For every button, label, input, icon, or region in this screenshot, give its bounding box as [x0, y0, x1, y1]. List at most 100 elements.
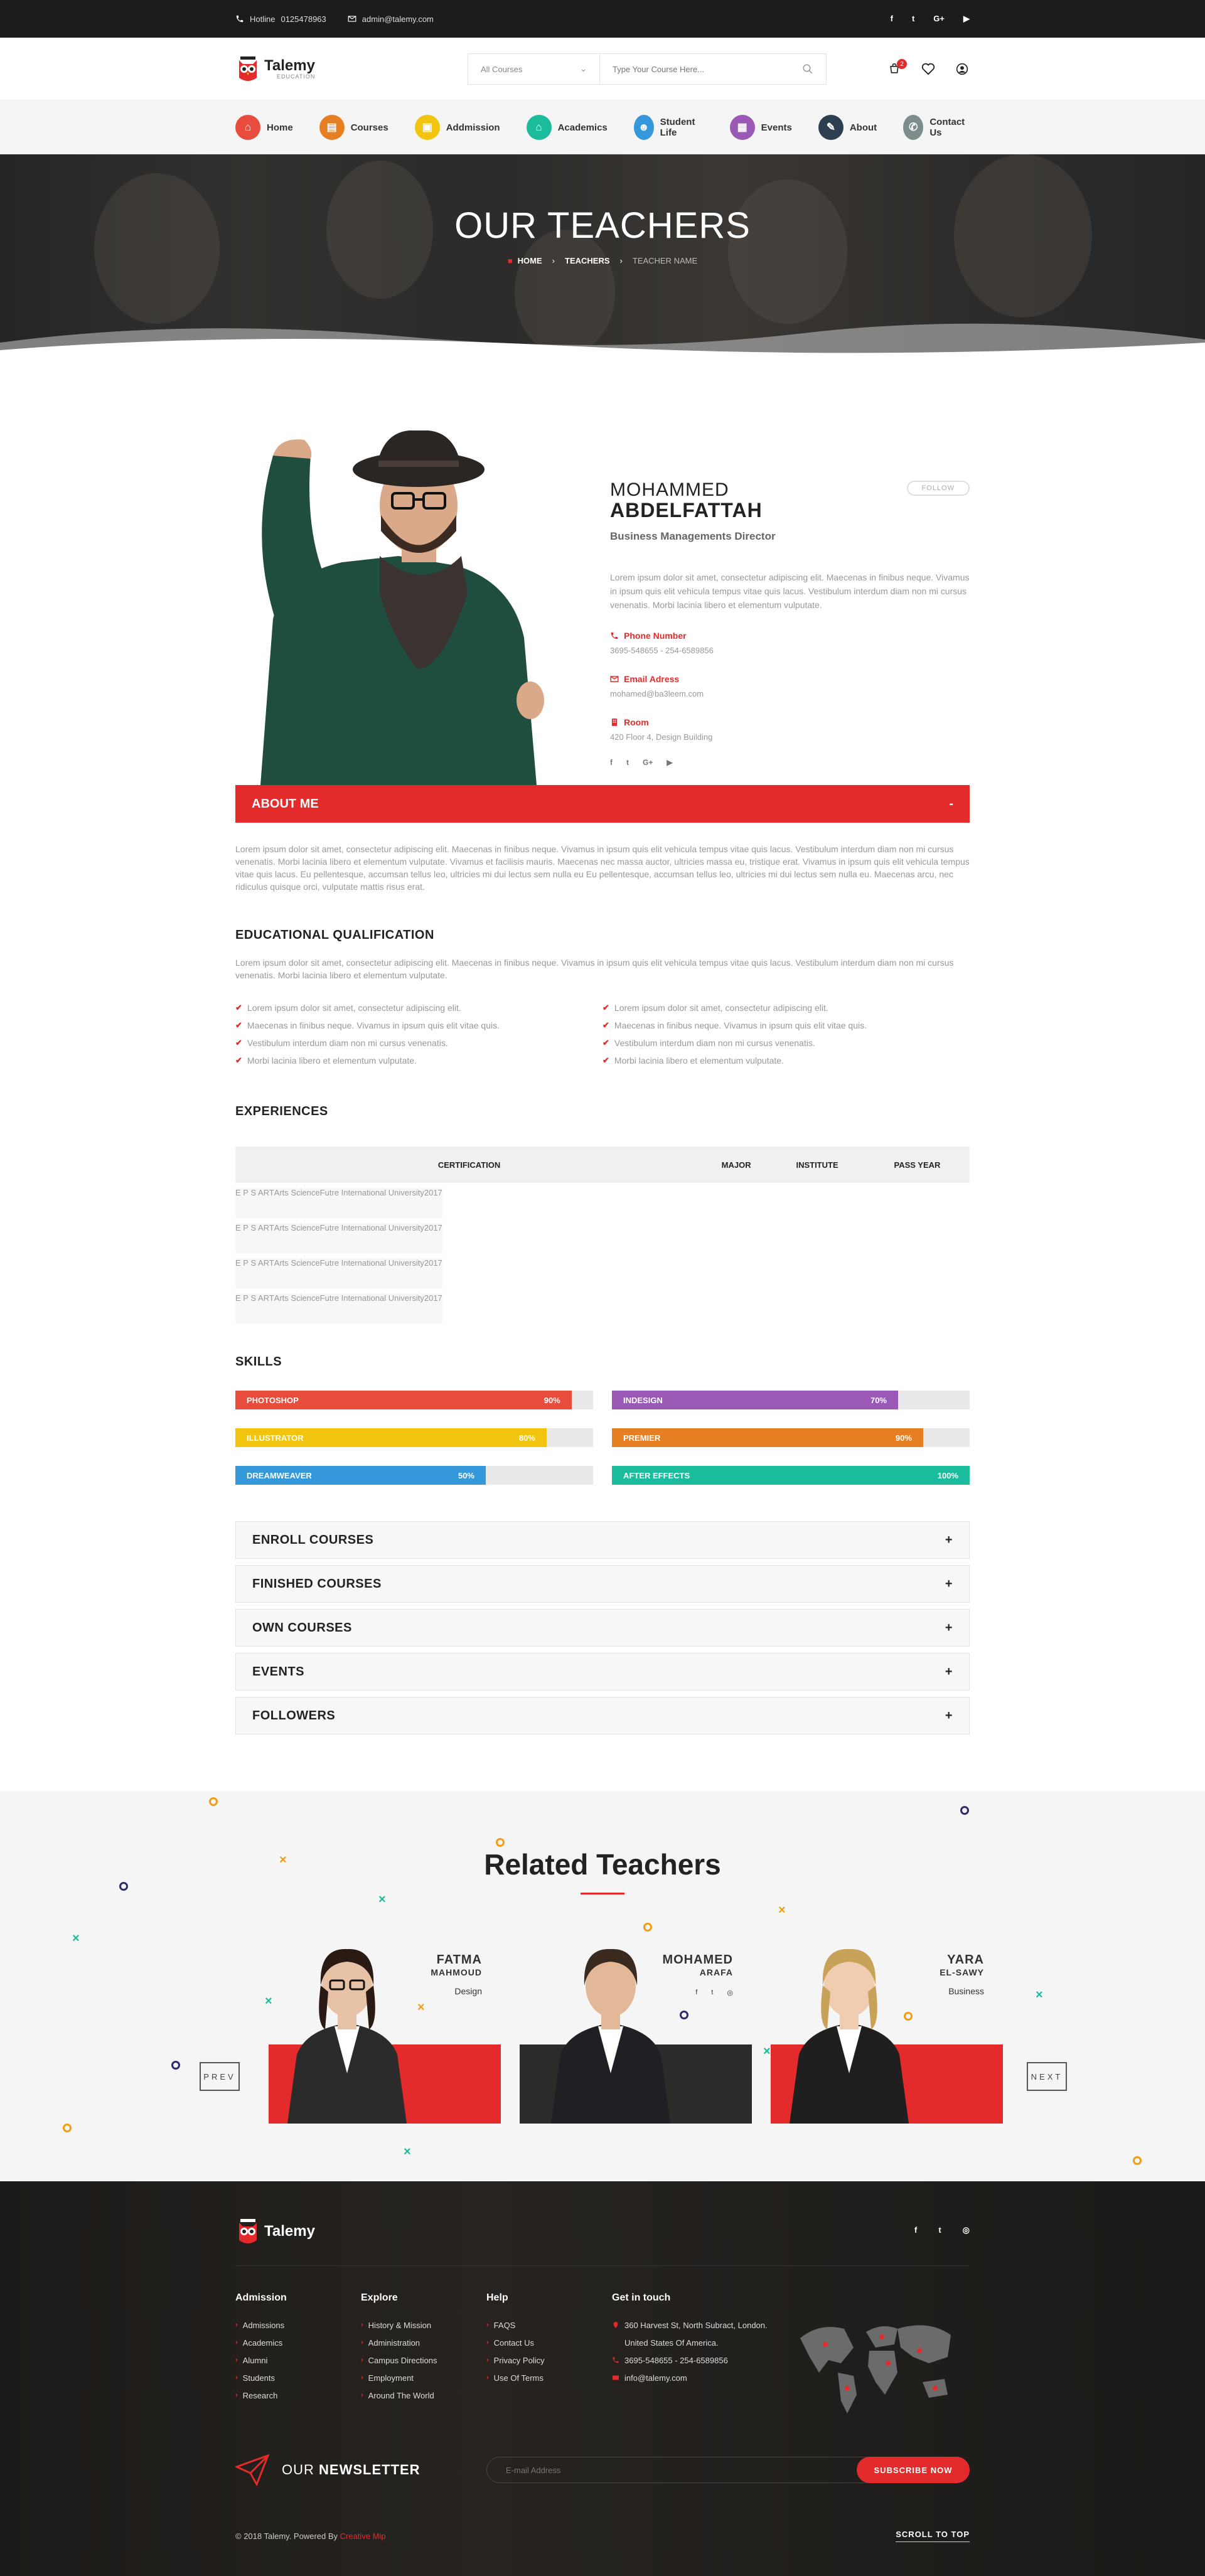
footer-link[interactable]: › Alumni — [235, 2351, 361, 2369]
accordion-item[interactable]: OWN COURSES + — [235, 1609, 970, 1647]
accordion-item[interactable]: ENROLL COURSES + — [235, 1521, 970, 1559]
instagram-icon[interactable]: ◎ — [963, 2225, 970, 2235]
nav-label: About — [849, 122, 877, 133]
footer-logo[interactable]: Talemy — [235, 2218, 970, 2245]
footer-link[interactable]: › Administration — [361, 2334, 486, 2351]
footer-link[interactable]: › Students — [235, 2369, 361, 2386]
about-me-title: ABOUT ME — [252, 796, 319, 811]
footer-link[interactable]: › Around The World — [361, 2386, 486, 2404]
category-select[interactable]: All Courses ⌄ — [468, 54, 600, 84]
scroll-to-top-link[interactable]: SCROLL TO TOP — [896, 2530, 970, 2542]
logo-name: Talemy — [264, 57, 315, 74]
accordion-item[interactable]: FOLLOWERS + — [235, 1697, 970, 1734]
plus-icon: + — [945, 1664, 953, 1679]
nav-item-about[interactable]: ✎ About — [818, 115, 877, 140]
hotline[interactable]: Hotline 0125478963 — [235, 14, 326, 24]
follow-button[interactable]: FOLLOW — [906, 481, 970, 496]
table-cell: Futre International University — [319, 1223, 424, 1253]
facebook-icon[interactable]: f — [610, 758, 613, 767]
chevron-right-icon: › — [235, 2374, 238, 2381]
table-row: E P S ART Arts Science Futre International… — [235, 1258, 703, 1288]
teacher-card-first-name: MOHAMED — [662, 1953, 733, 1967]
wishlist-button[interactable] — [921, 61, 936, 77]
nav-item-student-life[interactable]: ☻ Student Life — [633, 115, 704, 140]
about-me-header[interactable]: ABOUT ME - — [235, 785, 970, 823]
chevron-right-icon: › — [486, 2356, 489, 2364]
nav-item-academics[interactable]: ⌂ Academics — [526, 115, 608, 140]
footer-link[interactable]: › Research — [235, 2386, 361, 2404]
footer-link[interactable]: › Employment — [361, 2369, 486, 2386]
subscribe-button[interactable]: SUBSCRIBE NOW — [857, 2457, 970, 2483]
youtube-icon[interactable]: ▶ — [667, 758, 672, 767]
paper-plane-icon — [235, 2454, 269, 2486]
table-row: E P S ART Arts Science Futre International… — [235, 1223, 703, 1253]
footer-link[interactable]: › FAQS — [486, 2316, 612, 2334]
nav-item-contact-us[interactable]: ✆ Contact Us — [903, 115, 970, 140]
accordion-item[interactable]: EVENTS + — [235, 1653, 970, 1691]
footer-link[interactable]: › Use Of Terms — [486, 2369, 612, 2386]
twitter-icon[interactable]: t — [938, 2225, 941, 2235]
facebook-icon[interactable]: f — [914, 2225, 917, 2235]
twitter-icon[interactable]: t — [626, 758, 629, 767]
footer-link[interactable]: › Campus Directions — [361, 2351, 486, 2369]
skill-fill: ILLUSTRATOR 80% — [235, 1428, 547, 1447]
logo[interactable]: Talemy EDUCATION — [235, 55, 424, 83]
footer-link-label: Students — [242, 2373, 275, 2383]
nav-icon: ▦ — [729, 115, 755, 140]
footer-link[interactable]: › Admissions — [235, 2316, 361, 2334]
chevron-right-icon: › — [361, 2356, 363, 2364]
facebook-icon[interactable]: f — [695, 1989, 697, 1997]
footer-phone: 3695-548655 - 254-6589856 — [624, 2355, 728, 2365]
search-bar: All Courses ⌄ — [468, 53, 827, 85]
skill-fill: PREMIER 90% — [612, 1428, 923, 1447]
email-value[interactable]: mohamed@ba3leem.com — [610, 689, 970, 698]
teacher-card[interactable]: MOHAMED ARAFA f t ◎ — [520, 1935, 752, 2124]
facebook-icon[interactable]: f — [891, 14, 893, 24]
instagram-icon[interactable]: ◎ — [727, 1989, 733, 1997]
prev-button[interactable]: PREV — [200, 2062, 240, 2091]
teacher-card-department: Business — [948, 1986, 984, 1996]
table-row: E P S ART Arts Science Futre International… — [235, 1293, 703, 1323]
account-button[interactable] — [955, 61, 970, 77]
google-plus-icon[interactable]: G+ — [643, 758, 653, 767]
owl-logo-icon — [239, 56, 257, 81]
nav-item-courses[interactable]: ▤ Courses — [319, 115, 388, 140]
accordion-item[interactable]: FINISHED COURSES + — [235, 1565, 970, 1603]
teacher-portrait — [281, 1935, 413, 2124]
teacher-card-last-name: EL-SAWY — [940, 1967, 984, 1977]
twitter-icon[interactable]: t — [711, 1989, 713, 1997]
teacher-card[interactable]: YARA EL-SAWY Business — [771, 1935, 1003, 2124]
topbar-email[interactable]: admin@talemy.com — [348, 14, 434, 24]
phone-icon — [613, 2357, 619, 2363]
nav-item-events[interactable]: ▦ Events — [729, 115, 792, 140]
collapse-toggle[interactable]: - — [949, 797, 953, 811]
breadcrumb-home[interactable]: ■ HOME — [508, 256, 542, 265]
footer-link[interactable]: › Academics — [235, 2334, 361, 2351]
breadcrumb-teachers[interactable]: TEACHERS — [565, 256, 610, 265]
footer-email[interactable]: info@talemy.com — [624, 2373, 687, 2383]
footer-column-title: Get in touch — [612, 2292, 671, 2303]
accordion-title: FOLLOWERS — [252, 1708, 336, 1723]
powered-by-link[interactable]: Creative Mip — [340, 2531, 386, 2541]
twitter-icon[interactable]: t — [912, 14, 914, 24]
footer-column-title: Admission — [235, 2292, 287, 2303]
nav-item-addmission[interactable]: ▣ Addmission — [414, 115, 500, 140]
nav-label: Home — [267, 122, 293, 133]
accordion-title: OWN COURSES — [252, 1620, 352, 1635]
footer-link[interactable]: › Privacy Policy — [486, 2351, 612, 2369]
hotline-number: 0125478963 — [281, 14, 326, 24]
search-icon[interactable] — [802, 63, 813, 75]
chevron-right-icon: › — [361, 2321, 363, 2329]
footer-link[interactable]: › Contact Us — [486, 2334, 612, 2351]
next-button[interactable]: NEXT — [1027, 2062, 1067, 2091]
teacher-card[interactable]: FATMA MAHMOUD Design — [269, 1935, 501, 2124]
google-plus-icon[interactable]: G+ — [933, 14, 945, 24]
youtube-icon[interactable]: ▶ — [963, 14, 970, 24]
footer-link-label: Academics — [242, 2338, 283, 2348]
nav-item-home[interactable]: ⌂ Home — [235, 115, 293, 140]
cart-button[interactable]: 2 — [887, 59, 907, 77]
search-input[interactable] — [613, 64, 776, 74]
nav-label: Events — [761, 122, 792, 133]
phone-label-row: Phone Number — [610, 631, 970, 641]
footer-link[interactable]: › History & Mission — [361, 2316, 486, 2334]
